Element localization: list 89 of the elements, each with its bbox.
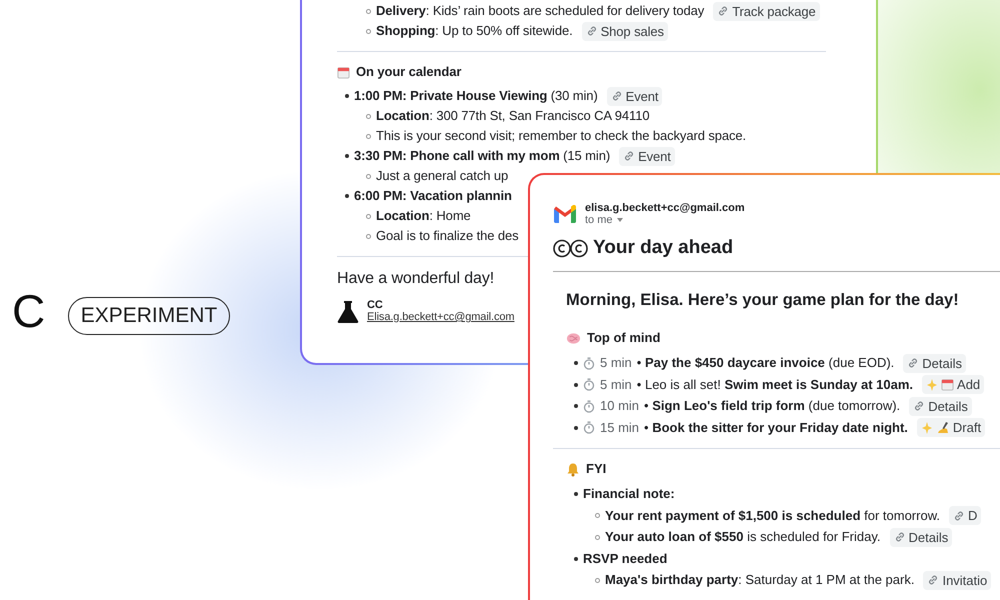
bullet xyxy=(574,361,578,365)
item-text: Your auto loan of $550 is scheduled for Friday. xyxy=(605,528,880,546)
link-chip[interactable]: Details xyxy=(903,354,966,372)
bullet xyxy=(574,492,578,496)
brand-logo-text: C xyxy=(12,288,46,334)
link-icon xyxy=(610,90,623,102)
calendar-icon xyxy=(337,66,350,78)
link-icon xyxy=(927,574,940,586)
link-chip[interactable]: Shop sales xyxy=(582,22,668,40)
bullet xyxy=(595,513,600,518)
bullet xyxy=(366,214,371,218)
item-text: Shopping: Up to 50% off sitewide. xyxy=(376,22,573,40)
bullet xyxy=(345,194,349,198)
link-icon xyxy=(586,25,598,37)
item-text: Location: 300 77th St, San Francisco CA 94110 xyxy=(376,107,650,125)
item-text: • Leo is all set! Swim meet is Sunday at 10am. xyxy=(636,376,914,394)
link-icon xyxy=(952,510,965,522)
item-text: Financial note: xyxy=(583,485,675,504)
section-heading: Top of mind xyxy=(587,329,660,348)
gmail-logo-icon xyxy=(553,205,577,223)
email-link[interactable]: Elisa.g.beckett+cc@gmail.com xyxy=(367,311,514,324)
item-text: Goal is to finalize the des xyxy=(376,227,519,245)
bullet xyxy=(366,28,371,34)
item-text: Location: Home xyxy=(376,207,471,225)
sparkle-icon xyxy=(926,378,938,392)
item-text: • Sign Leo's field trip form (due tomorrow). xyxy=(644,397,900,416)
calendar-icon xyxy=(941,378,954,391)
item-text: 1:00 PM: Private House Viewing (30 min) xyxy=(354,87,598,105)
sparkle-icon xyxy=(920,420,933,434)
link-chip[interactable]: D xyxy=(948,506,982,525)
item-text: 3:30 PM: Phone call with my mom (15 min) xyxy=(354,147,610,165)
item-text: RSVP needed xyxy=(583,550,668,568)
signature-name: CC xyxy=(367,299,384,311)
link-chip[interactable]: Track package xyxy=(713,2,820,20)
bullet xyxy=(366,8,371,14)
bullet xyxy=(574,426,578,430)
draft-chip[interactable]: Draft xyxy=(916,418,986,437)
bullet xyxy=(366,134,371,138)
link-icon xyxy=(913,400,926,412)
duration-text: 5 min xyxy=(600,354,632,372)
link-chip[interactable]: Event xyxy=(619,146,675,166)
timer-icon xyxy=(583,356,595,370)
item-text: Maya's birthday party: Saturday at 1 PM at the park. xyxy=(605,571,914,590)
bullet xyxy=(574,382,578,386)
link-chip[interactable]: Invitatio xyxy=(923,570,992,590)
item-text: Your rent payment of $1,500 is scheduled for tomorrow. xyxy=(605,506,940,525)
bell-icon xyxy=(566,462,580,477)
link-icon xyxy=(717,5,730,17)
duration-text: 15 min xyxy=(600,418,640,437)
timer-icon xyxy=(583,378,595,391)
bullet xyxy=(345,154,349,158)
item-text: Delivery: Kids’ rain boots are scheduled for delivery today xyxy=(376,2,704,20)
item-text: • Book the sitter for your Friday date night. xyxy=(644,418,908,437)
experiment-badge: EXPERIMENT xyxy=(68,297,230,335)
duration-text: 10 min xyxy=(600,397,640,416)
brain-icon xyxy=(566,332,581,345)
item-text: 6:00 PM: Vacation plannin xyxy=(354,187,512,205)
link-icon xyxy=(894,531,906,543)
bullet xyxy=(366,114,371,118)
recipient-text: to me xyxy=(585,214,613,226)
duration-text: 5 min xyxy=(600,376,632,394)
cc-logo-icon xyxy=(553,238,589,258)
bullet xyxy=(366,174,371,178)
add-to-calendar-chip[interactable]: Add xyxy=(922,375,984,394)
link-chip[interactable]: Event xyxy=(606,86,662,106)
bullet xyxy=(595,534,600,540)
link-icon xyxy=(623,150,636,162)
timer-icon xyxy=(583,400,595,412)
caret-icon xyxy=(616,218,623,222)
bullet xyxy=(345,94,349,98)
link-chip[interactable]: Details xyxy=(909,396,972,416)
writing-hand-icon xyxy=(936,420,950,434)
timer-icon xyxy=(583,421,595,434)
email-subject: Your day ahead xyxy=(593,236,734,260)
flask-icon xyxy=(337,300,359,324)
item-text: • Pay the $450 daycare invoice (due EOD). xyxy=(636,354,894,372)
greeting-text: Morning, Elisa. Here’s your game plan for the day! xyxy=(566,290,960,310)
item-text: This is your second visit; remember to check the backyard space. xyxy=(376,127,746,145)
item-text: Just a general catch up xyxy=(376,167,508,185)
bullet xyxy=(574,404,578,408)
sender-address: elisa.g.beckett+cc@gmail.com xyxy=(585,202,745,214)
link-icon xyxy=(907,357,920,369)
link-chip[interactable]: Details xyxy=(890,528,952,546)
bullet xyxy=(366,234,371,238)
bullet xyxy=(574,556,578,560)
section-heading: FYI xyxy=(586,460,606,478)
closing-text: Have a wonderful day! xyxy=(337,269,496,289)
section-heading: On your calendar xyxy=(356,63,462,81)
bullet xyxy=(595,578,600,582)
